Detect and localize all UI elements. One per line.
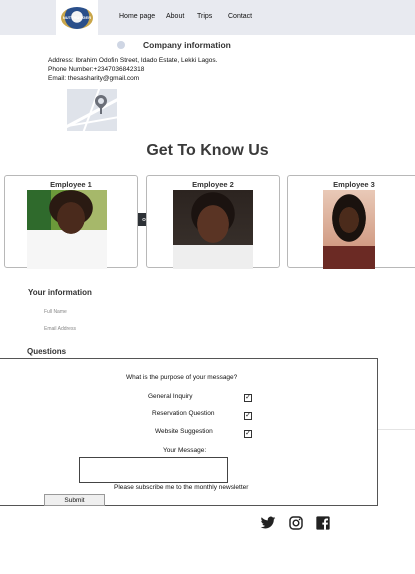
employee-card-3[interactable]: Employee 3 bbox=[287, 175, 415, 269]
company-phone: Phone Number:+2347036842318 bbox=[48, 66, 145, 73]
employee-card-2[interactable]: Employee 2 bbox=[146, 175, 280, 269]
nav-link-home[interactable]: Home page bbox=[119, 13, 155, 20]
message-textarea[interactable] bbox=[79, 457, 228, 483]
employee-name: Employee 2 bbox=[192, 180, 234, 189]
nav-link-about[interactable]: About bbox=[166, 13, 184, 20]
option-label: General Inquiry bbox=[148, 393, 193, 400]
website-suggestion-checkbox[interactable]: ✓ bbox=[244, 430, 252, 438]
employee-name: Employee 3 bbox=[333, 180, 375, 189]
location-map[interactable] bbox=[67, 89, 117, 131]
company-address: Address: Ibrahim Odofin Street, Idado Es… bbox=[48, 57, 218, 64]
map-pin-stem bbox=[100, 106, 102, 114]
purpose-prompt: What is the purpose of your message? bbox=[126, 374, 238, 381]
general-inquiry-checkbox[interactable]: ✓ bbox=[244, 394, 252, 402]
site-logo[interactable]: NUTTHUGGER bbox=[56, 0, 98, 35]
nav-link-contact[interactable]: Contact bbox=[228, 13, 252, 20]
company-info-title: Company information bbox=[143, 40, 231, 50]
logo-badge-icon: NUTTHUGGER bbox=[61, 6, 93, 29]
submit-button[interactable]: Submit bbox=[44, 494, 105, 506]
subscribe-text: Please subscribe me to the monthly newsl… bbox=[114, 484, 249, 491]
questions-heading: Questions bbox=[27, 347, 67, 356]
option-label: Reservation Question bbox=[152, 410, 215, 417]
employee-photo bbox=[173, 190, 253, 269]
navbar: NUTTHUGGER Home page About Trips Contact bbox=[0, 0, 415, 35]
your-info-heading: Your information bbox=[28, 288, 92, 297]
facebook-icon[interactable] bbox=[315, 514, 331, 532]
reservation-question-checkbox[interactable]: ✓ bbox=[244, 412, 252, 420]
nav-link-trips[interactable]: Trips bbox=[197, 13, 212, 20]
full-name-field[interactable]: Full Name bbox=[44, 309, 67, 315]
company-email: Email: thesasharity@gmail.com bbox=[48, 75, 140, 82]
email-field[interactable]: Email Address bbox=[44, 326, 76, 332]
message-label: Your Message: bbox=[163, 447, 207, 454]
employee-photo bbox=[27, 190, 107, 269]
employee-name: Employee 1 bbox=[50, 180, 92, 189]
divider bbox=[378, 429, 415, 430]
twitter-icon[interactable] bbox=[260, 514, 276, 532]
team-heading: Get To Know Us bbox=[146, 142, 269, 159]
option-label: Website Suggestion bbox=[155, 428, 213, 435]
instagram-icon[interactable] bbox=[288, 514, 304, 532]
employee-photo bbox=[323, 190, 375, 269]
employee-card-1[interactable]: Employee 1 bbox=[4, 175, 138, 269]
company-info-icon bbox=[117, 41, 125, 49]
logo-text: NUTTHUGGER bbox=[62, 15, 92, 20]
